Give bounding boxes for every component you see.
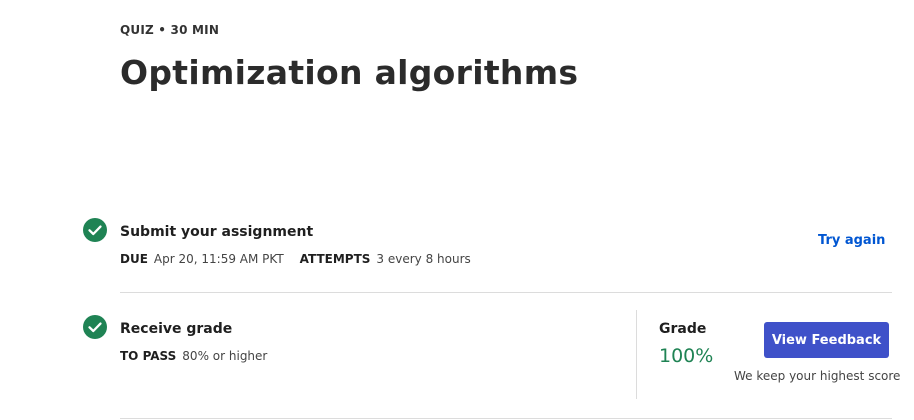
attempts-value: 3 every 8 hours <box>376 252 471 266</box>
grade-value: 100% <box>659 345 714 367</box>
step-title-submit: Submit your assignment <box>120 224 314 240</box>
due-value: Apr 20, 11:59 AM PKT <box>153 252 284 266</box>
grade-meta: TO PASS 80% or higher <box>120 349 283 363</box>
grade-label: Grade <box>659 321 707 337</box>
step-title-receive-grade: Receive grade <box>120 321 233 337</box>
to-pass-label: TO PASS <box>120 349 177 363</box>
highest-score-note: We keep your highest score <box>734 369 901 383</box>
attempts-label: ATTEMPTS <box>299 252 371 266</box>
try-again-button[interactable]: Try again <box>818 233 885 248</box>
check-circle-icon <box>83 315 107 339</box>
quiz-kicker: QUIZ • 30 MIN <box>120 23 220 37</box>
view-feedback-button[interactable]: View Feedback <box>764 322 889 358</box>
vertical-divider <box>636 310 637 399</box>
page-title: Optimization algorithms <box>120 53 579 92</box>
check-circle-icon <box>83 218 107 242</box>
submit-meta: DUE Apr 20, 11:59 AM PKT ATTEMPTS 3 every 8… <box>120 252 487 266</box>
to-pass-value: 80% or higher <box>182 349 268 363</box>
due-label: DUE <box>120 252 148 266</box>
divider <box>120 292 892 293</box>
divider <box>120 418 892 419</box>
